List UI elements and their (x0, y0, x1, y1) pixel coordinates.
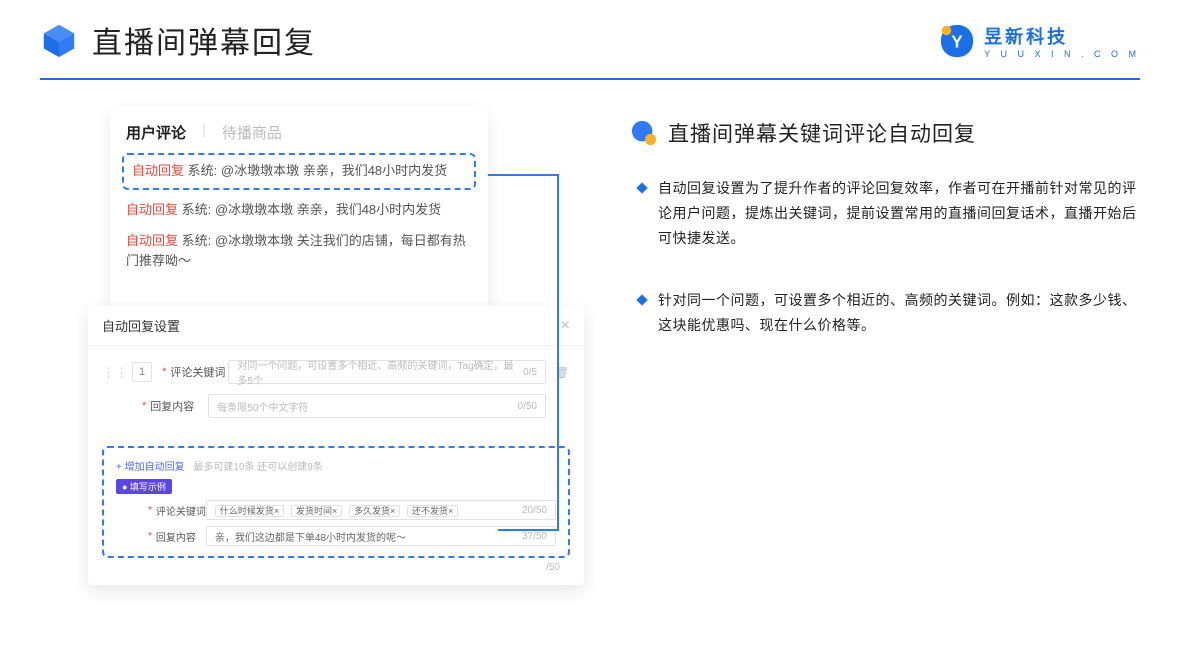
highlighted-comment: 自动回复 系统: @冰墩墩本墩 亲亲，我们48小时内发货 (122, 153, 476, 190)
chat-bubble-icon (630, 119, 658, 147)
tab-user-comments[interactable]: 用户评论 (126, 122, 186, 143)
auto-reply-label: 自动回复 (132, 163, 184, 178)
tab-pending-goods[interactable]: 待播商品 (222, 122, 282, 143)
settings-header: 自动回复设置 × (88, 306, 584, 346)
screenshot-column: 用户评论 | 待播商品 自动回复 系统: @冰墩墩本墩 亲亲，我们48小时内发货… (40, 106, 600, 374)
ex-content-count: 37/50 (522, 531, 547, 542)
auto-reply-settings-panel: 自动回复设置 × ⋮⋮ 1 * 评论关键词 对同一个问题，可设置多个相近、高频的… (88, 306, 584, 585)
page-header: 直播间弹幕回复 Y 昱新科技 Y U U X I N . C O M (0, 0, 1180, 74)
keyword-label: 评论关键词 (170, 364, 228, 380)
content-input[interactable]: 每条限50个中文字符 0/50 (208, 394, 546, 418)
tag: 什么时候发货× (215, 505, 284, 517)
ex-keyword-label: 评论关键词 (156, 503, 206, 518)
close-icon[interactable]: × (561, 317, 570, 335)
ex-tags: 什么时候发货× 发货时间× 多久发货× 还不发货× (215, 504, 462, 517)
delete-icon[interactable]: 🗑 (554, 366, 570, 379)
example-box: + 增加自动回复 最多可建10条 还可以创建9条 ● 填写示例 * 评论关键词 … (102, 446, 570, 558)
brand-name-cn: 昱新科技 (984, 23, 1140, 49)
bullet-text: 自动回复设置为了提升作者的评论回复效率，作者可在开播前针对常见的评论用户问题，提… (658, 176, 1140, 252)
tag: 还不发货× (407, 505, 458, 517)
ex-content-label: 回复内容 (156, 529, 206, 544)
system-label: 系统: (182, 202, 212, 217)
keyword-row: ⋮⋮ 1 * 评论关键词 对同一个问题，可设置多个相近、高频的关键词，Tag确定… (102, 360, 570, 384)
keyword-input[interactable]: 对同一个问题，可设置多个相近、高频的关键词，Tag确定，最多5个 0/5 (228, 360, 546, 384)
description-column: 直播间弹幕关键词评论自动回复 自动回复设置为了提升作者的评论回复效率，作者可在开… (600, 106, 1140, 374)
bottom-count: /50 (88, 558, 584, 573)
svg-text:Y: Y (951, 33, 963, 52)
ex-content-input[interactable]: 亲，我们这边都是下单48小时内发货的呢～ 37/50 (206, 526, 556, 546)
comment-panel: 用户评论 | 待播商品 自动回复 系统: @冰墩墩本墩 亲亲，我们48小时内发货… (110, 106, 488, 336)
diamond-icon (636, 182, 647, 193)
system-label: 系统: (182, 233, 212, 248)
content-label: 回复内容 (150, 398, 208, 414)
auto-reply-label: 自动回复 (126, 202, 178, 217)
drag-handle-icon[interactable]: ⋮⋮ (102, 366, 128, 379)
tab-divider: | (202, 122, 206, 143)
add-auto-reply-link[interactable]: + 增加自动回复 (116, 462, 185, 473)
add-hint: 最多可建10条 还可以创建9条 (193, 462, 322, 473)
comment-item: 自动回复 系统: @冰墩墩本墩 亲亲，我们48小时内发货 (126, 200, 472, 221)
content-count: 0/50 (518, 401, 537, 412)
settings-title: 自动回复设置 (102, 316, 180, 335)
comment-item: 自动回复 系统: @冰墩墩本墩 关注我们的店铺，每日都有热门推荐呦～ (126, 231, 472, 273)
bullet-text: 针对同一个问题，可设置多个相近的、高频的关键词。例如：这款多少钱、这块能优惠吗、… (658, 288, 1140, 338)
cube-icon (40, 21, 78, 59)
bullet-list: 自动回复设置为了提升作者的评论回复效率，作者可在开播前针对常见的评论用户问题，提… (630, 176, 1140, 338)
item-number: 1 (132, 362, 152, 382)
bullet-item: 自动回复设置为了提升作者的评论回复效率，作者可在开播前针对常见的评论用户问题，提… (638, 176, 1140, 252)
keyword-placeholder: 对同一个问题，可设置多个相近、高频的关键词，Tag确定，最多5个 (237, 357, 523, 387)
system-label: 系统: (188, 163, 218, 178)
example-badge: ● 填写示例 (116, 479, 172, 494)
content-row: * 回复内容 每条限50个中文字符 0/50 (102, 394, 570, 418)
ex-content-text: 亲，我们这边都是下单48小时内发货的呢～ (215, 529, 406, 544)
keyword-count: 0/5 (523, 367, 537, 378)
ex-keyword-input[interactable]: 什么时候发货× 发货时间× 多久发货× 还不发货× 20/50 (206, 500, 556, 520)
tag: 发货时间× (291, 505, 342, 517)
page-title: 直播间弹幕回复 (92, 18, 316, 62)
section-title: 直播间弹幕关键词评论自动回复 (668, 118, 976, 148)
content-placeholder: 每条限50个中文字符 (217, 399, 308, 414)
auto-reply-label: 自动回复 (126, 233, 178, 248)
comment-item: 自动回复 系统: @冰墩墩本墩 亲亲，我们48小时内发货 (132, 161, 466, 182)
diamond-icon (636, 294, 647, 305)
comment-text: @冰墩墩本墩 亲亲，我们48小时内发货 (221, 163, 447, 178)
comment-tabs: 用户评论 | 待播商品 (126, 122, 472, 143)
brand: Y 昱新科技 Y U U X I N . C O M (938, 22, 1140, 60)
tag: 多久发货× (349, 505, 400, 517)
section-head: 直播间弹幕关键词评论自动回复 (630, 118, 1140, 148)
comment-text: @冰墩墩本墩 亲亲，我们48小时内发货 (215, 202, 441, 217)
brand-logo-icon: Y (938, 22, 976, 60)
ex-kw-count: 20/50 (522, 505, 547, 516)
bullet-item: 针对同一个问题，可设置多个相近的、高频的关键词。例如：这款多少钱、这块能优惠吗、… (638, 288, 1140, 338)
brand-name-en: Y U U X I N . C O M (984, 49, 1140, 59)
